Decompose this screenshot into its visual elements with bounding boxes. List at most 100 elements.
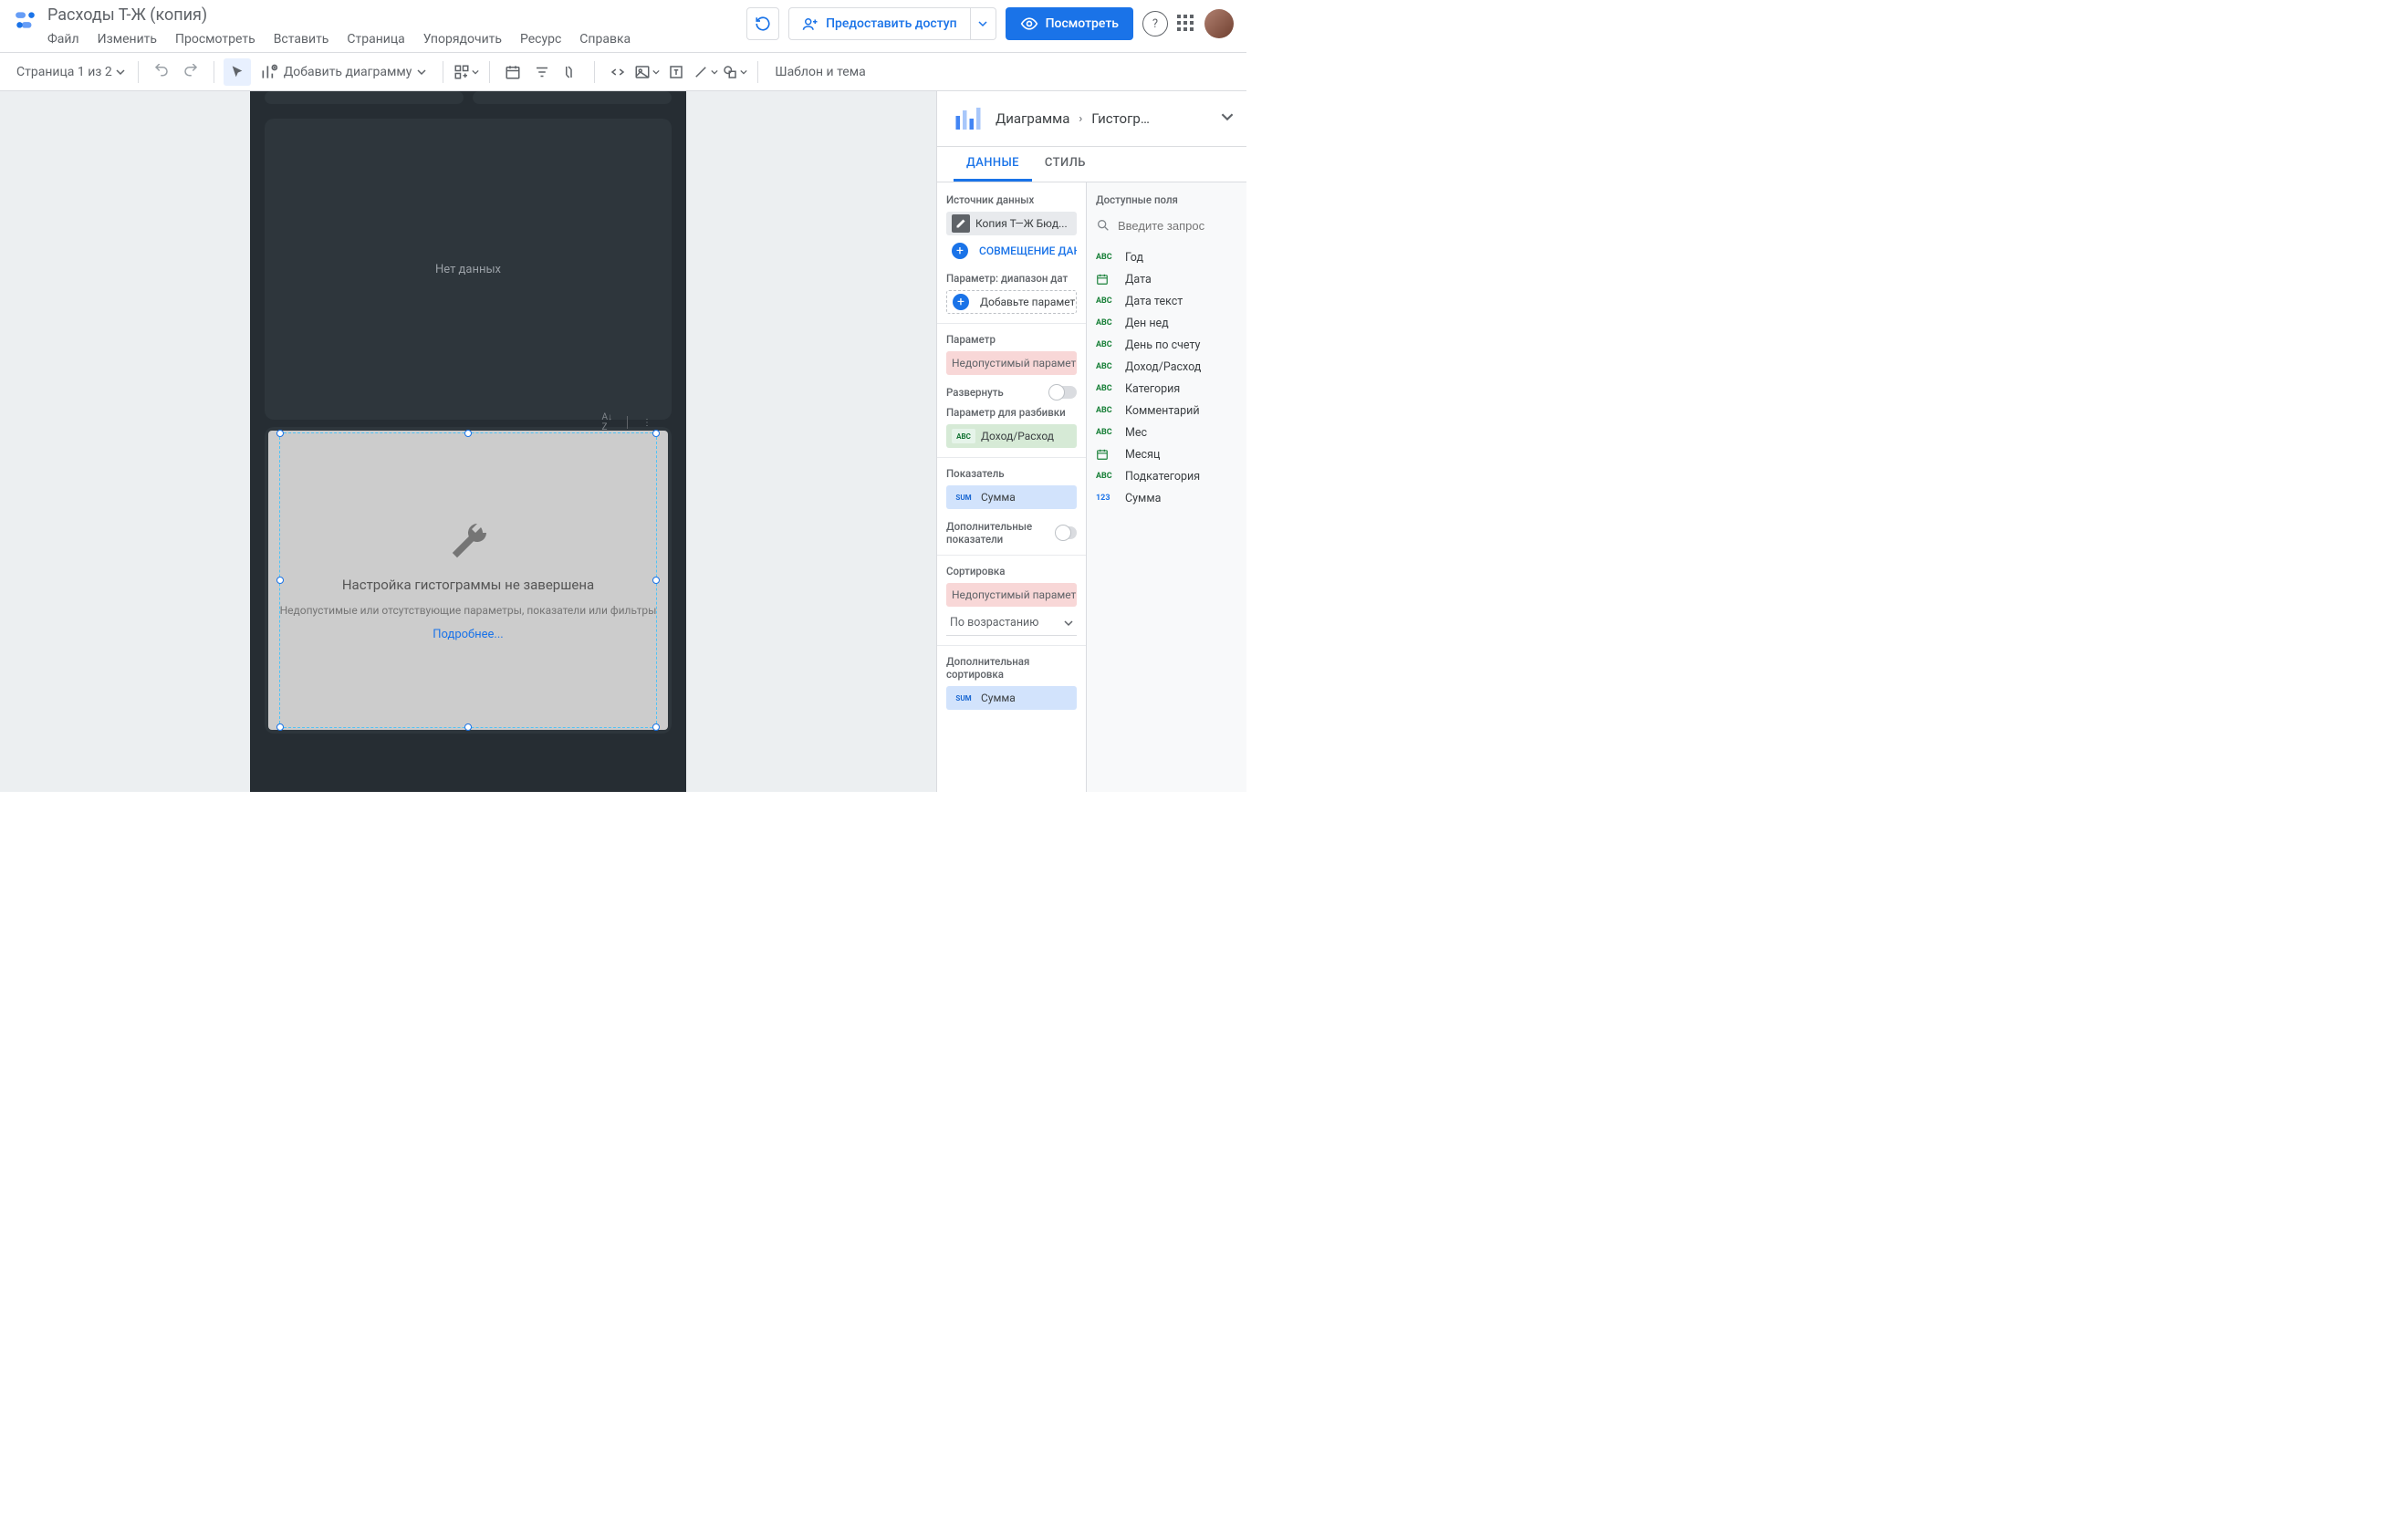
field-День по счету[interactable]: ABCДень по счету [1096,334,1237,356]
breakdown-dim-name: Доход/Расход [981,430,1054,442]
label-secondary-sort: Дополнительная сортировка [946,655,1077,681]
share-button[interactable]: Предоставить доступ [788,7,971,40]
label-data-source: Источник данных [946,193,1077,206]
data-source-chip[interactable]: Копия Т—Ж Бюд... [946,212,1077,235]
menu-arrange[interactable]: Упорядочить [414,28,511,50]
sort-direction-select[interactable]: По возрастанию [946,610,1077,636]
data-studio-logo[interactable] [13,7,38,33]
field-Доход/Расход[interactable]: ABCДоход/Расход [1096,356,1237,378]
field-Подкатегория[interactable]: ABCПодкатегория [1096,465,1237,487]
metric-name: Сумма [981,491,1016,504]
metric-chip[interactable]: SUM Сумма [946,485,1077,509]
url-embed-button[interactable] [604,58,631,86]
page-selector-label: Страница 1 из 2 [16,65,112,79]
filter-control-button[interactable] [528,58,556,86]
available-fields-column: Доступные поля ABCГодДатаABCДата текстAB… [1087,182,1246,792]
label-optional-metrics: Дополнительные показатели [946,520,1056,546]
menu-file[interactable]: Файл [47,28,89,50]
canvas[interactable]: Нет данных A↓Z ⋮ Настройка гистограммы н… [0,91,936,792]
redo-button[interactable] [177,58,204,86]
page-selector[interactable]: Страница 1 из 2 [13,65,129,79]
field-Комментарий[interactable]: ABCКомментарий [1096,400,1237,421]
panel-header: Диаграмма › Гистогр… [937,91,1246,147]
search-icon [1096,218,1110,233]
share-label: Предоставить доступ [826,16,957,31]
field-Ден нед[interactable]: ABCДен нед [1096,312,1237,334]
chart-type-icon[interactable] [950,100,986,137]
select-tool[interactable] [224,58,251,86]
chart-error-title: Настройка гистограммы не завершена [342,577,594,593]
drill-down-toggle[interactable] [1049,386,1077,399]
theme-button[interactable]: Шаблон и тема [775,65,865,79]
field-search-input[interactable] [1118,219,1237,233]
shape-button[interactable] [721,58,748,86]
field-Дата текст[interactable]: ABCДата текст [1096,290,1237,312]
report-page[interactable]: Нет данных A↓Z ⋮ Настройка гистограммы н… [250,91,686,792]
label-drill-down: Развернуть [946,386,1004,399]
dimension-error-chip[interactable]: Недопустимый параметр. [946,351,1077,375]
menu-view[interactable]: Просмотреть [166,28,265,50]
label-breakdown-dim: Параметр для разбивки [946,406,1077,419]
wrench-icon [446,520,490,564]
blend-data-button[interactable]: + СОВМЕЩЕНИЕ ДАНН ? [946,239,1077,263]
header: Расходы Т-Ж (копия) Файл Изменить Просмо… [0,0,1246,53]
field-Месяц[interactable]: Месяц [1096,443,1237,465]
field-Мес[interactable]: ABCМес [1096,421,1237,443]
no-data-text: Нет данных [435,263,501,276]
label-dimension: Параметр [946,333,1077,346]
optional-metrics-toggle[interactable] [1056,526,1077,539]
menu-resource[interactable]: Ресурс [511,28,570,50]
add-chart-label: Добавить диаграмму [284,65,412,79]
share-dropdown[interactable] [971,7,996,40]
panel-title: Диаграмма [996,110,1069,127]
secondary-sort-chip[interactable]: SUM Сумма [946,686,1077,710]
menu-insert[interactable]: Вставить [265,28,339,50]
field-Сумма[interactable]: 123Сумма [1096,487,1237,509]
label-sort: Сортировка [946,565,1077,578]
card-stub-1[interactable] [265,91,464,104]
add-chart-button[interactable]: Добавить диаграмму [253,58,434,86]
add-dim-text: Добавьте параметр [980,296,1077,308]
community-viz-button[interactable] [453,58,480,86]
menu-edit[interactable]: Изменить [89,28,166,50]
toolbar: Страница 1 из 2 Добавить диаграмму Шабло… [0,53,1246,91]
chart-error-sub: Недопустимые или отсутствующие параметры… [280,602,657,619]
field-Год[interactable]: ABCГод [1096,246,1237,268]
label-metric: Показатель [946,467,1077,480]
no-data-card[interactable]: Нет данных [265,119,672,420]
menu-page[interactable]: Страница [338,28,413,50]
breakdown-dim-chip[interactable]: ABC Доход/Расход [946,424,1077,448]
help-button[interactable]: ? [1142,11,1168,36]
date-range-button[interactable] [499,58,527,86]
line-button[interactable] [692,58,719,86]
add-date-range-dim[interactable]: + Добавьте параметр [946,290,1077,314]
apps-icon[interactable] [1177,15,1195,33]
chart-error-link[interactable]: Подробнее... [433,628,503,641]
tab-style[interactable]: СТИЛЬ [1032,147,1099,182]
refresh-button[interactable] [746,7,779,40]
sort-icon[interactable]: A↓Z [601,412,612,432]
data-control-button[interactable] [558,58,585,86]
sort-direction-label: По возрастанию [950,616,1038,630]
panel-crumb: Гистогр… [1091,110,1150,127]
doc-title[interactable]: Расходы Т-Ж (копия) [47,5,746,25]
text-button[interactable] [662,58,690,86]
menu-help[interactable]: Справка [570,28,640,50]
view-label: Посмотреть [1046,16,1119,31]
chart-more-icon[interactable]: ⋮ [642,418,652,428]
undo-button[interactable] [148,58,175,86]
label-date-range-dim: Параметр: диапазон дат [946,272,1077,285]
chevron-down-icon[interactable] [1221,110,1234,127]
field-Дата[interactable]: Дата [1096,268,1237,290]
data-source-name: Копия Т—Ж Бюд... [975,217,1068,230]
avatar[interactable] [1204,9,1234,38]
view-button[interactable]: Посмотреть [1006,7,1133,40]
selected-chart[interactable]: A↓Z ⋮ Настройка гистограммы не завершена… [265,427,672,734]
tab-data[interactable]: ДАННЫЕ [954,147,1032,182]
right-panel: Диаграмма › Гистогр… ДАННЫЕ СТИЛЬ Источн… [936,91,1246,792]
sort-error-chip[interactable]: Недопустимый параметр ... [946,583,1077,607]
card-stub-2[interactable] [473,91,672,104]
secondary-sort-name: Сумма [981,692,1016,704]
image-button[interactable] [633,58,661,86]
field-Категория[interactable]: ABCКатегория [1096,378,1237,400]
